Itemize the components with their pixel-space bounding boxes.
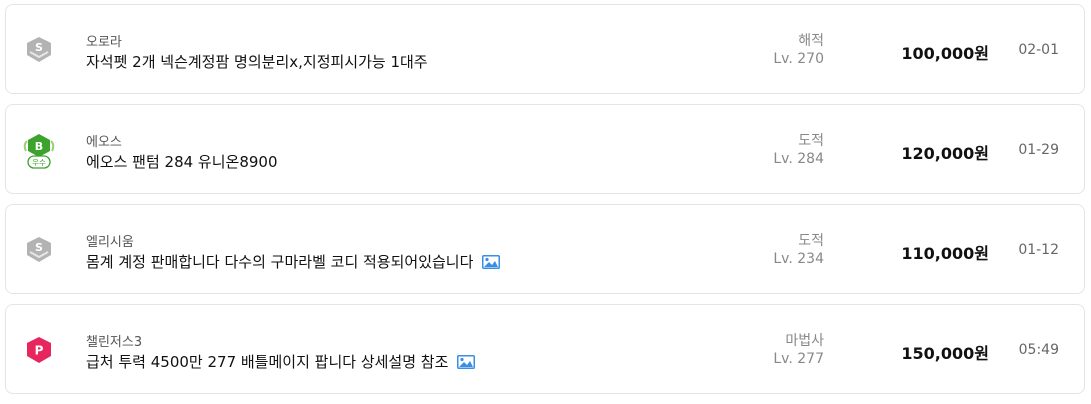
image-attached-icon: [457, 354, 476, 369]
listing-title-text: 몸계 계정 판매합니다 다수의 구마라벨 코디 적용되어있습니다: [86, 253, 474, 271]
listing-date: 01-12: [1018, 242, 1059, 258]
svg-text:S: S: [35, 241, 43, 254]
server-name: 오로라: [86, 35, 122, 50]
listing-card[interactable]: B 우수 에오스 에오스 팬텀 284 유니온8900 도적 Lv. 284 1…: [5, 104, 1085, 194]
character-class: 해적: [798, 33, 824, 49]
green-b-excellent-icon: B 우수: [23, 134, 55, 169]
listing-title: 몸계 계정 판매합니다 다수의 구마라벨 코디 적용되어있습니다: [86, 251, 501, 272]
listing-card[interactable]: S 엘리시움 몸계 계정 판매합니다 다수의 구마라벨 코디 적용되어있습니다 …: [5, 204, 1085, 294]
gray-s-grade-icon: S: [27, 37, 51, 62]
listing-title-text: 자석펫 2개 넥슨계정팜 명의분리x,지정피시가능 1대주: [86, 53, 428, 71]
listing-title: 에오스 팬텀 284 유니온8900: [86, 151, 278, 172]
character-class: 도적: [798, 133, 824, 149]
listing-title: 급처 투력 4500만 277 배틀메이지 팝니다 상세설명 참조: [86, 351, 476, 372]
svg-text:우수: 우수: [32, 158, 46, 167]
gray-s-grade-icon: S: [27, 237, 51, 262]
image-attached-icon: [482, 254, 501, 269]
listing-date: 02-01: [1018, 42, 1059, 58]
svg-text:P: P: [35, 344, 44, 358]
listing-title-text: 에오스 팬텀 284 유니온8900: [86, 153, 278, 171]
listing-price: 120,000원: [901, 144, 989, 163]
character-level: Lv. 234: [773, 251, 824, 267]
listing-price: 100,000원: [901, 44, 989, 63]
listing-date: 01-29: [1018, 142, 1059, 158]
listing-price: 110,000원: [901, 244, 989, 263]
svg-text:S: S: [35, 41, 43, 54]
server-name: 에오스: [86, 135, 122, 150]
character-level: Lv. 284: [773, 151, 824, 167]
listing-title: 자석펫 2개 넥슨계정팜 명의분리x,지정피시가능 1대주: [86, 51, 428, 72]
listing-card[interactable]: P 챌린저스3 급처 투력 4500만 277 배틀메이지 팝니다 상세설명 참…: [5, 304, 1085, 394]
character-level: Lv. 270: [773, 51, 824, 67]
character-class: 마법사: [785, 333, 824, 349]
listing-title-text: 급처 투력 4500만 277 배틀메이지 팝니다 상세설명 참조: [86, 353, 449, 371]
svg-text:B: B: [35, 140, 43, 153]
character-class: 도적: [798, 233, 824, 249]
server-name: 챌린저스3: [86, 335, 143, 350]
listing-date: 05:49: [1018, 342, 1059, 358]
character-level: Lv. 277: [773, 351, 824, 367]
listing-card[interactable]: S 오로라 자석펫 2개 넥슨계정팜 명의분리x,지정피시가능 1대주 해적 L…: [5, 4, 1085, 94]
pink-p-grade-icon: P: [27, 337, 51, 363]
listing-list: S 오로라 자석펫 2개 넥슨계정팜 명의분리x,지정피시가능 1대주 해적 L…: [5, 4, 1085, 404]
listing-price: 150,000원: [901, 344, 989, 363]
server-name: 엘리시움: [86, 235, 134, 250]
